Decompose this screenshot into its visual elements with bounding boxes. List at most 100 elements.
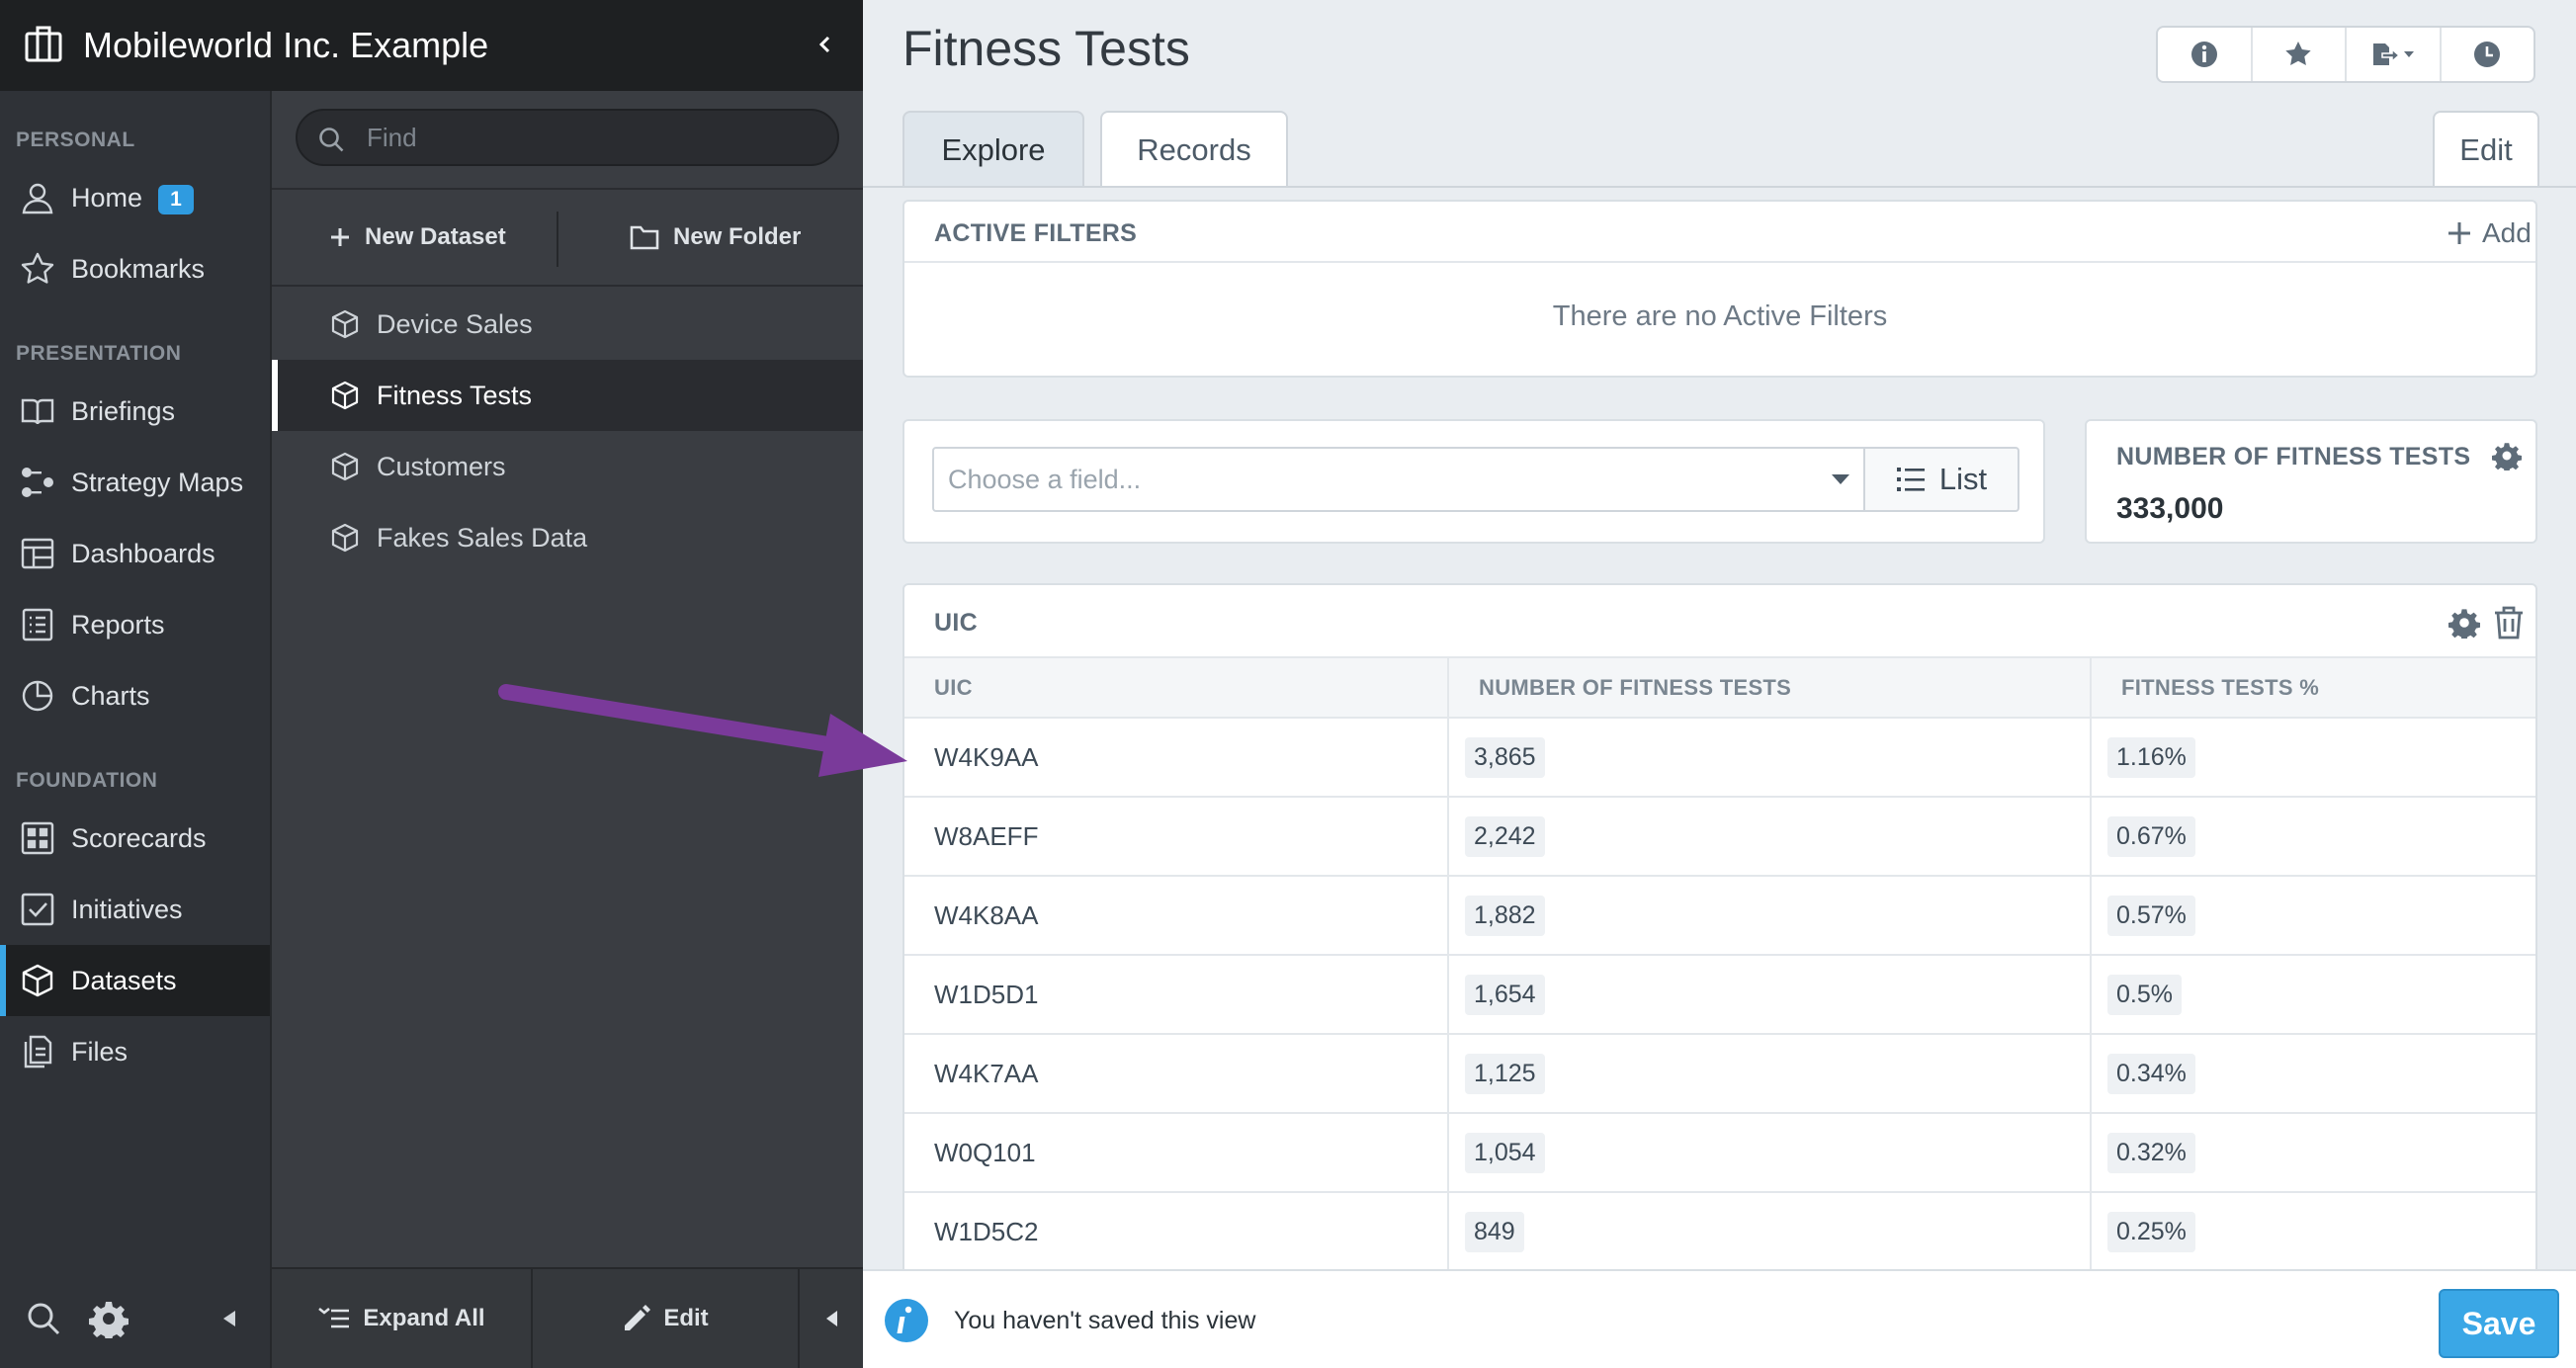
divider bbox=[863, 186, 2576, 188]
cube-icon bbox=[331, 381, 359, 410]
count-value: 1,125 bbox=[1465, 1053, 1545, 1094]
active-filters-title: ACTIVE FILTERS bbox=[934, 219, 1138, 247]
org-header: Mobileworld Inc. Example bbox=[0, 0, 863, 91]
nav-item-label: Reports bbox=[71, 609, 165, 640]
field-select[interactable]: Choose a field... bbox=[932, 447, 1865, 512]
collapse-nav-icon[interactable] bbox=[219, 1299, 239, 1338]
percent-cell: 0.67% bbox=[2090, 797, 2535, 877]
add-filter-button[interactable]: Add bbox=[2447, 217, 2532, 249]
edit-button[interactable]: Edit bbox=[533, 1269, 798, 1368]
export-button[interactable] bbox=[2347, 28, 2442, 81]
unsaved-status-bar: You haven't saved this view Save bbox=[863, 1269, 2576, 1368]
info-button[interactable] bbox=[2158, 28, 2253, 81]
percent-value: 0.25% bbox=[2107, 1211, 2195, 1252]
trash-icon[interactable] bbox=[2492, 605, 2526, 641]
field-chooser-card: Choose a field... List bbox=[902, 419, 2045, 544]
nav-item-home[interactable]: Home 1 bbox=[0, 162, 270, 233]
count-value: 1,054 bbox=[1465, 1132, 1545, 1173]
nav-item-briefings[interactable]: Briefings bbox=[0, 376, 270, 447]
dataset-panel-footer: Expand All Edit bbox=[272, 1267, 865, 1368]
new-folder-button[interactable]: New Folder bbox=[630, 190, 801, 285]
nav-item-scorecards[interactable]: Scorecards bbox=[0, 803, 270, 874]
count-value: 1,654 bbox=[1465, 974, 1545, 1015]
dataset-item-fitness-tests[interactable]: Fitness Tests bbox=[272, 360, 865, 431]
nav-item-label: Bookmarks bbox=[71, 253, 206, 284]
search-box[interactable] bbox=[296, 109, 839, 166]
caret-left-icon bbox=[826, 1311, 837, 1326]
info-icon bbox=[2190, 42, 2217, 67]
nav-item-label: Strategy Maps bbox=[71, 467, 244, 497]
percent-cell: 1.16% bbox=[2090, 718, 2535, 798]
new-dataset-button[interactable]: New Dataset bbox=[329, 190, 506, 285]
dataset-item-fakes-sales-data[interactable]: Fakes Sales Data bbox=[272, 502, 865, 573]
tab-edit[interactable]: Edit bbox=[2433, 111, 2539, 188]
save-button[interactable]: Save bbox=[2439, 1289, 2559, 1358]
uic-cell: W4K7AA bbox=[904, 1034, 1448, 1114]
count-cell: 1,054 bbox=[1447, 1113, 2091, 1193]
uic-table-title: UIC bbox=[934, 609, 978, 637]
uic-cell: W4K9AA bbox=[904, 718, 1448, 798]
tab-records[interactable]: Records bbox=[1100, 111, 1288, 188]
active-filters-header: ACTIVE FILTERS Add bbox=[904, 202, 2535, 263]
main-nav: PERSONAL Home 1 Bookmarks PRESENTATION B… bbox=[0, 0, 270, 1368]
empty-filters-message: There are no Active Filters bbox=[1552, 300, 1888, 332]
table-row[interactable]: W4K9AA 3,865 1.16% bbox=[904, 718, 2535, 798]
add-filter-label: Add bbox=[2482, 217, 2532, 248]
column-header-count[interactable]: NUMBER OF FITNESS TESTS bbox=[1447, 658, 2091, 719]
expand-all-button[interactable]: Expand All bbox=[272, 1269, 531, 1368]
collapse-panel-button[interactable] bbox=[800, 1269, 865, 1368]
nav-item-initiatives[interactable]: Initiatives bbox=[0, 874, 270, 945]
nav-item-label: Charts bbox=[71, 680, 150, 711]
nav-item-label: Dashboards bbox=[71, 538, 215, 568]
nav-item-datasets[interactable]: Datasets bbox=[0, 945, 270, 1016]
main-content: Fitness Tests Explore Records Edit ACTIV… bbox=[863, 0, 2576, 1368]
nav-item-files[interactable]: Files bbox=[0, 1016, 270, 1087]
table-row[interactable]: W8AEFF 2,242 0.67% bbox=[904, 797, 2535, 877]
cube-icon bbox=[331, 309, 359, 339]
metric-value: 333,000 bbox=[2116, 492, 2224, 525]
percent-value: 0.5% bbox=[2107, 974, 2182, 1015]
count-cell: 3,865 bbox=[1447, 718, 2091, 798]
chevron-left-icon[interactable] bbox=[811, 30, 840, 59]
nav-section-presentation: PRESENTATION bbox=[16, 342, 182, 365]
nav-item-charts[interactable]: Charts bbox=[0, 660, 270, 731]
search-input[interactable] bbox=[367, 111, 821, 164]
gear-icon[interactable] bbox=[2448, 607, 2480, 639]
history-button[interactable] bbox=[2442, 28, 2534, 81]
table-row[interactable]: W1D5C2 849 0.25% bbox=[904, 1192, 2535, 1272]
dataset-item-customers[interactable]: Customers bbox=[272, 431, 865, 502]
percent-value: 0.34% bbox=[2107, 1053, 2195, 1094]
bookmark-button[interactable] bbox=[2253, 28, 2347, 81]
files-icon bbox=[24, 1035, 52, 1069]
count-cell: 849 bbox=[1447, 1192, 2091, 1272]
list-icon bbox=[1896, 468, 1925, 491]
table-row[interactable]: W1D5D1 1,654 0.5% bbox=[904, 955, 2535, 1035]
gear-icon[interactable] bbox=[89, 1299, 129, 1338]
page-title: Fitness Tests bbox=[902, 21, 1190, 76]
search-icon[interactable] bbox=[24, 1299, 63, 1338]
expand-all-label: Expand All bbox=[363, 1305, 485, 1331]
column-header-percent[interactable]: FITNESS TESTS % bbox=[2090, 658, 2535, 719]
gear-icon[interactable] bbox=[2492, 441, 2522, 470]
nav-item-reports[interactable]: Reports bbox=[0, 589, 270, 660]
edit-label: Edit bbox=[663, 1305, 709, 1331]
table-row[interactable]: W4K8AA 1,882 0.57% bbox=[904, 876, 2535, 956]
nav-item-label: Datasets bbox=[71, 965, 177, 995]
table-row[interactable]: W0Q101 1,054 0.32% bbox=[904, 1113, 2535, 1193]
nav-item-strategy-maps[interactable]: Strategy Maps bbox=[0, 447, 270, 518]
notification-badge: 1 bbox=[158, 185, 194, 214]
percent-value: 0.32% bbox=[2107, 1132, 2195, 1173]
nav-section-personal: PERSONAL bbox=[16, 128, 135, 151]
nav-item-dashboards[interactable]: Dashboards bbox=[0, 518, 270, 589]
tab-explore[interactable]: Explore bbox=[902, 111, 1084, 188]
column-header-uic[interactable]: UIC bbox=[904, 658, 1448, 719]
count-cell: 1,882 bbox=[1447, 876, 2091, 956]
nav-item-bookmarks[interactable]: Bookmarks bbox=[0, 233, 270, 304]
dataset-item-label: Customers bbox=[377, 451, 506, 481]
count-value: 849 bbox=[1465, 1211, 1524, 1252]
table-row[interactable]: W4K7AA 1,125 0.34% bbox=[904, 1034, 2535, 1114]
metric-card: NUMBER OF FITNESS TESTS 333,000 bbox=[2085, 419, 2537, 544]
dataset-item-device-sales[interactable]: Device Sales bbox=[272, 289, 865, 360]
list-view-button[interactable]: List bbox=[1863, 447, 2019, 512]
nav-item-label: Initiatives bbox=[71, 894, 183, 924]
